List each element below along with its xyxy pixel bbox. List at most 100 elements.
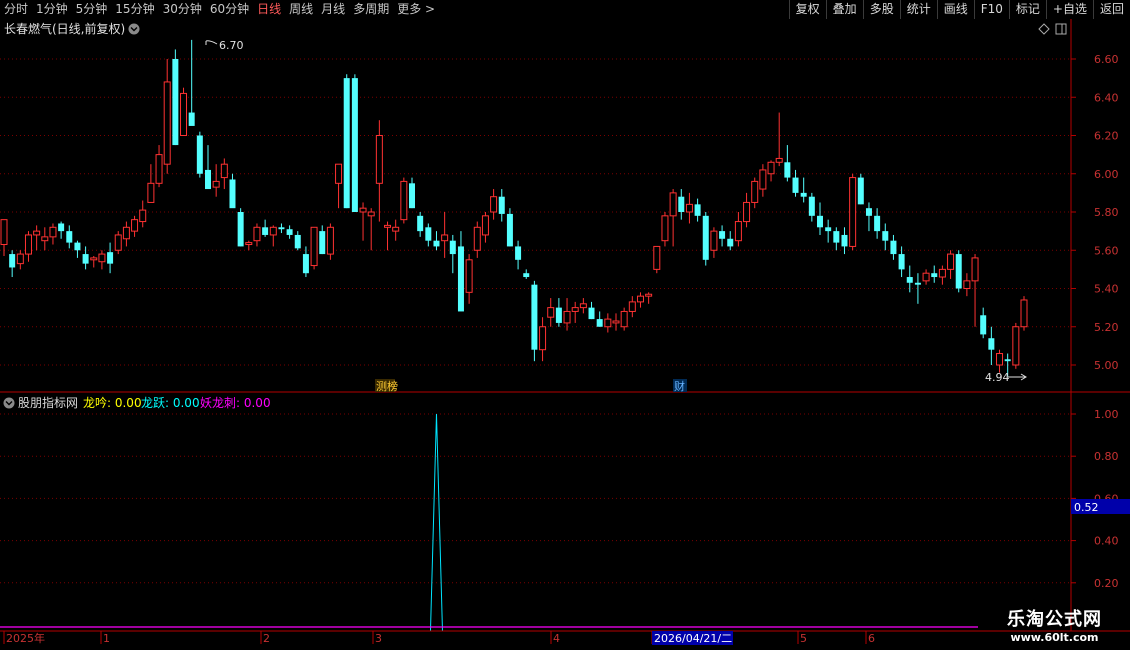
tool-button-6[interactable]: 标记 [1008,0,1046,19]
candle [196,131,203,178]
tool-button-8[interactable]: 返回 [1092,0,1130,19]
candle [114,231,122,255]
period-tab-0[interactable]: 分时 [0,0,32,19]
candle-body [719,231,726,239]
svg-text:财: 财 [674,379,685,393]
candle-body [743,201,751,223]
period-tab-9[interactable]: 多周期 [349,0,393,19]
watermark-url: www.60lt.com [1010,631,1099,644]
candle [857,173,864,205]
candle-body [66,231,73,243]
candle [172,49,179,146]
candle [955,250,962,293]
candle-body [767,161,775,175]
period-toolbar: 分时 1分钟 5分钟 15分钟 30分钟 60分钟 日线 周线 月线 多周期 更多 > 复权 叠加 多股… [0,0,1130,20]
candle-body [400,180,408,221]
period-tab-8[interactable]: 月线 [317,0,349,19]
tool-button-3[interactable]: 统计 [899,0,937,19]
candle-body [351,78,358,212]
candle-body [384,224,392,228]
tool-button-1[interactable]: 叠加 [825,0,863,19]
candle-body [82,254,89,264]
candle-body [98,253,106,263]
candle-body [931,273,938,278]
period-tab-3[interactable]: 15分钟 [111,0,158,19]
candle-body [90,257,98,261]
candle-body [628,301,636,312]
candle-body [122,226,130,240]
candle-body [751,180,759,203]
candle-body [563,310,571,324]
candle-body [734,221,742,242]
candle-body [302,254,309,274]
candle-body [1012,326,1020,366]
indicator-dropdown-icon[interactable] [3,397,15,409]
candle-body [515,246,522,260]
candle-body [269,226,277,236]
period-tab-6[interactable]: 日线 [253,0,285,19]
period-tab-1[interactable]: 1分钟 [32,0,72,19]
candle [400,177,408,224]
indicator-tick-label: 0.40 [1094,535,1119,548]
event-marker-finance[interactable]: 财 [673,379,687,393]
candle-body [335,163,343,184]
indicator-tick-label: 1.00 [1094,408,1119,421]
period-tab-2[interactable]: 5分钟 [72,0,112,19]
candle-body [343,78,350,209]
period-tab-10[interactable]: 更多 > [393,0,439,19]
time-tick-label: 5 [800,632,807,645]
tool-button-0[interactable]: 复权 [788,0,826,19]
candle [506,208,513,247]
candle-body [294,234,301,249]
candle-body [678,196,685,212]
tool-button-2[interactable]: 多股 [862,0,900,19]
time-tick-label: 3 [375,632,382,645]
candle-body [588,307,595,320]
event-marker-longhu[interactable]: 测榜 [375,379,398,393]
candle-body [523,273,530,278]
time-tick-label: 2 [263,632,270,645]
period-tab-4[interactable]: 30分钟 [159,0,206,19]
candle-body [596,319,603,327]
candle-body [409,183,415,209]
current-value: 0.52 [1074,501,1099,514]
candle [310,226,318,270]
candle-body [947,253,955,270]
indicator-name[interactable]: 股朋指标网 [18,395,78,410]
candle-body [147,182,155,203]
indicator-param-longyue: 龙跃: 0.00 [141,396,200,410]
price-tick-label: 6.60 [1094,53,1119,66]
candle-body [1020,299,1028,328]
candle-body [163,81,171,165]
candle-body [205,169,211,190]
period-tab-7[interactable]: 周线 [285,0,317,19]
price-tick-label: 6.20 [1094,130,1119,143]
candle-body [882,231,889,241]
price-tick-label: 5.40 [1094,283,1119,296]
candle-body [702,215,709,260]
candle-body [375,135,383,184]
candle-body [310,226,318,267]
title-dropdown-icon[interactable] [128,23,140,35]
period-tab-5[interactable]: 60分钟 [206,0,253,19]
candle-body [212,180,220,188]
candle [343,74,350,209]
candle-body [980,315,987,335]
candle-body [359,207,367,213]
candle-body [425,227,432,241]
candle-body [286,229,293,235]
candle-body [996,353,1004,366]
price-tick-label: 5.20 [1094,321,1119,334]
kline-chart[interactable]: 6.60 6.40 6.20 6.00 5.80 5.60 5.40 5.20 5.00 1.00… [0,19,1130,650]
candle-body [955,254,962,289]
candle-body [245,242,253,246]
candle-body [0,219,8,246]
candle-body [506,213,513,247]
candle-body [58,223,65,232]
current-date-label: 2026/04/21/二 [654,632,732,645]
candle [702,212,709,266]
tool-button-7[interactable]: +自选 [1045,0,1093,19]
candle-body [114,234,122,251]
tool-button-5[interactable]: F10 [973,0,1009,19]
tool-button-4[interactable]: 画线 [936,0,974,19]
